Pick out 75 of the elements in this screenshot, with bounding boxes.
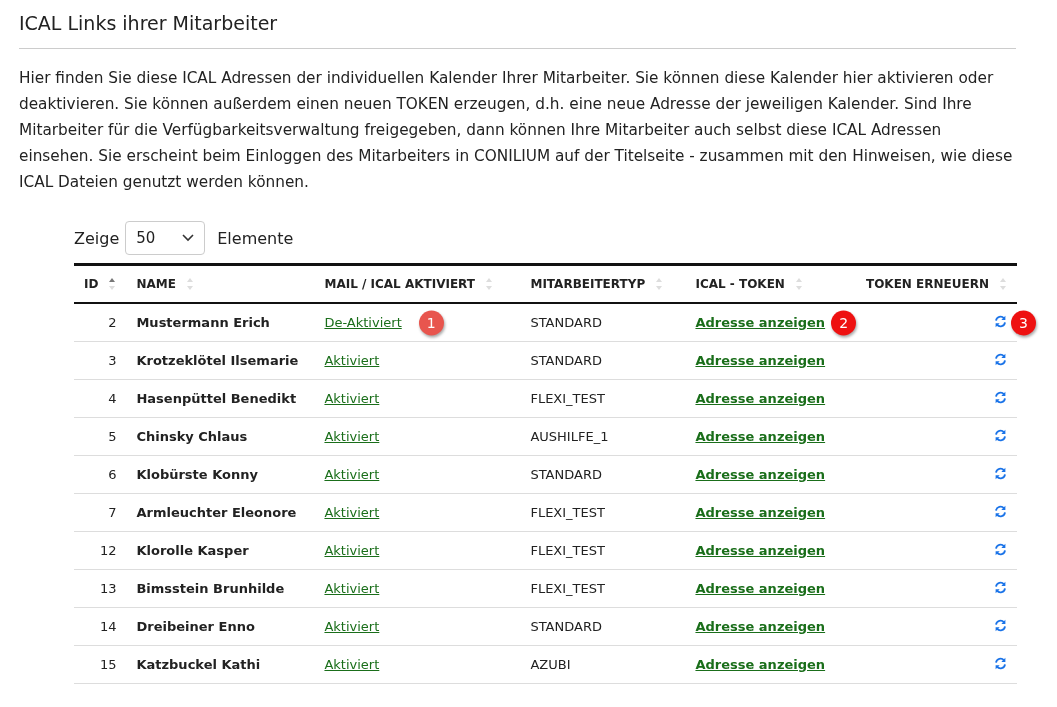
- table-cell: FLEXI_TEST: [530, 505, 605, 520]
- table-cell: Katzbuckel Kathi: [136, 657, 261, 672]
- refresh-icon[interactable]: [994, 352, 1007, 366]
- intro-paragraph: Hier finden Sie diese ICAL Adressen der individuellen Kalender Ihrer Mitarbeiter. Sie können diese Kalender hier aktivieren oder deaktivieren. Sie können außerdem einen neuen TOKEN erzeugen, d.h. eine neue Adresse der jeweiligen Kalender. Sind Ihre Mitarbeiter für die Verfügbarkeitsverwaltung freigegeben, dann können Ihre Mitarbeiter auch selbst diese ICAL Adressen einsehen. Sie erscheint beim Einloggen des Mitarbeiters in CONILIUM auf der Titelseite - zusammen mit den Hinweisen, wie diese ICAL Dateien genutzt werden können.: [19, 68, 1014, 193]
- activation-link[interactable]: Aktiviert: [324, 429, 380, 444]
- show-address-link[interactable]: Adresse anzeigen: [695, 619, 826, 634]
- column-header[interactable]: TOKEN ERNEUERN: [843, 264, 1017, 303]
- table-cell: 3: [108, 353, 117, 368]
- activation-link[interactable]: Aktiviert: [324, 353, 380, 368]
- page-size-select[interactable]: 50: [125, 221, 206, 255]
- column-header[interactable]: MITARBEITERTYP: [520, 264, 686, 303]
- activation-link[interactable]: Aktiviert: [324, 467, 380, 482]
- table-cell: Mustermann Erich: [136, 315, 270, 330]
- refresh-icon[interactable]: [994, 618, 1007, 632]
- table-cell: Dreibeiner Enno: [136, 619, 255, 634]
- refresh-icon[interactable]: [994, 656, 1007, 670]
- table-cell: 7: [108, 505, 117, 520]
- activation-link[interactable]: Aktiviert: [324, 619, 380, 634]
- table-cell: FLEXI_TEST: [530, 391, 605, 406]
- table-cell: STANDARD: [530, 353, 602, 368]
- table-cell: 15: [99, 657, 117, 672]
- refresh-icon[interactable]: [994, 428, 1007, 442]
- show-address-link[interactable]: Adresse anzeigen: [695, 581, 826, 596]
- table-cell: 13: [99, 581, 117, 596]
- table-cell: Klorolle Kasper: [136, 543, 249, 558]
- table-cell: Hasenpüttel Benedikt: [136, 391, 297, 406]
- activation-link[interactable]: Aktiviert: [324, 657, 380, 672]
- show-address-link[interactable]: Adresse anzeigen: [695, 315, 826, 330]
- activation-link[interactable]: Aktiviert: [324, 391, 380, 406]
- activation-link[interactable]: Aktiviert: [324, 581, 380, 596]
- refresh-icon[interactable]: [994, 314, 1007, 328]
- table-cell: AUSHILFE_1: [530, 429, 609, 444]
- column-header[interactable]: ICAL - TOKEN: [685, 264, 844, 303]
- refresh-icon[interactable]: [994, 504, 1007, 518]
- callout-badge: 1: [418, 310, 444, 335]
- activation-link[interactable]: Aktiviert: [324, 505, 380, 520]
- callout-badge: 2: [831, 310, 857, 335]
- show-address-link[interactable]: Adresse anzeigen: [695, 505, 826, 520]
- refresh-icon[interactable]: [994, 542, 1007, 556]
- table-cell: 5: [108, 429, 117, 444]
- table-cell: 12: [99, 543, 117, 558]
- length-label: Zeige: [74, 228, 120, 248]
- table-cell: STANDARD: [530, 467, 602, 482]
- table-cell: 14: [99, 619, 117, 634]
- table-cell: STANDARD: [530, 315, 602, 330]
- table-cell: FLEXI_TEST: [530, 581, 605, 596]
- table-cell: Klobürste Konny: [136, 467, 258, 482]
- table-cell: AZUBI: [530, 657, 571, 672]
- refresh-icon[interactable]: [994, 466, 1007, 480]
- table-cell: 2: [108, 315, 117, 330]
- column-header[interactable]: NAME: [126, 264, 315, 303]
- table-cell: Chinsky Chlaus: [136, 429, 248, 444]
- table-cell: 4: [108, 391, 117, 406]
- show-address-link[interactable]: Adresse anzeigen: [695, 543, 826, 558]
- show-address-link[interactable]: Adresse anzeigen: [695, 391, 826, 406]
- chevron-icon: [182, 234, 195, 242]
- show-address-link[interactable]: Adresse anzeigen: [695, 467, 826, 482]
- show-address-link[interactable]: Adresse anzeigen: [695, 353, 826, 368]
- page-title: ICAL Links ihrer Mitarbeiter: [19, 0, 1016, 49]
- column-header[interactable]: ID: [74, 264, 127, 303]
- length-label: Elemente: [217, 228, 294, 248]
- column-header[interactable]: MAIL / ICAL AKTIVIERT: [314, 264, 521, 303]
- table-cell: Armleuchter Eleonore: [136, 505, 297, 520]
- table-cell: STANDARD: [530, 619, 602, 634]
- table-cell: 6: [108, 467, 117, 482]
- activation-link[interactable]: De-Aktiviert: [324, 315, 402, 330]
- show-address-link[interactable]: Adresse anzeigen: [695, 429, 826, 444]
- refresh-icon[interactable]: [994, 390, 1007, 404]
- table-cell: FLEXI_TEST: [530, 543, 605, 558]
- table-cell: Krotzeklötel Ilsemarie: [136, 353, 299, 368]
- show-address-link[interactable]: Adresse anzeigen: [695, 657, 826, 672]
- activation-link[interactable]: Aktiviert: [324, 543, 380, 558]
- table-cell: Bimsstein Brunhilde: [136, 581, 285, 596]
- callout-badge: 3: [1011, 310, 1036, 336]
- refresh-icon[interactable]: [994, 580, 1007, 594]
